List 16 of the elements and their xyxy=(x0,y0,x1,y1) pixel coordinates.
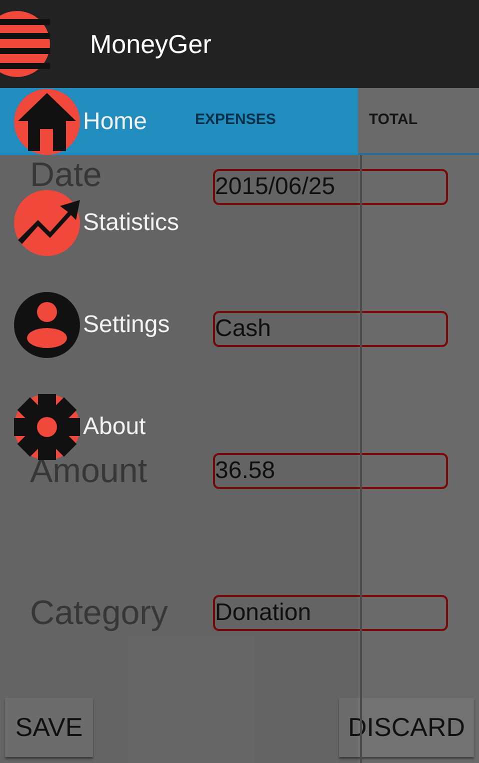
button[interactable]: SAVE xyxy=(5,698,93,757)
menu-icon[interactable] xyxy=(0,11,50,77)
input-field[interactable]: Cash xyxy=(213,311,448,347)
input-field[interactable]: 36.58 xyxy=(213,453,448,489)
tab[interactable]: EXPENSES xyxy=(195,109,276,132)
drawer-item[interactable]: Settings xyxy=(0,292,174,358)
drawer-item[interactable]: About xyxy=(0,394,150,460)
house-icon xyxy=(14,88,80,154)
person-icon xyxy=(14,292,80,358)
drawer-item[interactable]: Statistics xyxy=(0,190,184,256)
button[interactable]: DISCARD xyxy=(339,698,474,757)
gear-icon xyxy=(14,394,80,460)
app-title: MoneyGer xyxy=(90,28,212,60)
tab[interactable]: TOTAL xyxy=(368,109,418,132)
input-field[interactable]: Donation xyxy=(213,595,448,631)
input-field[interactable]: 2015/06/25 xyxy=(213,169,448,205)
